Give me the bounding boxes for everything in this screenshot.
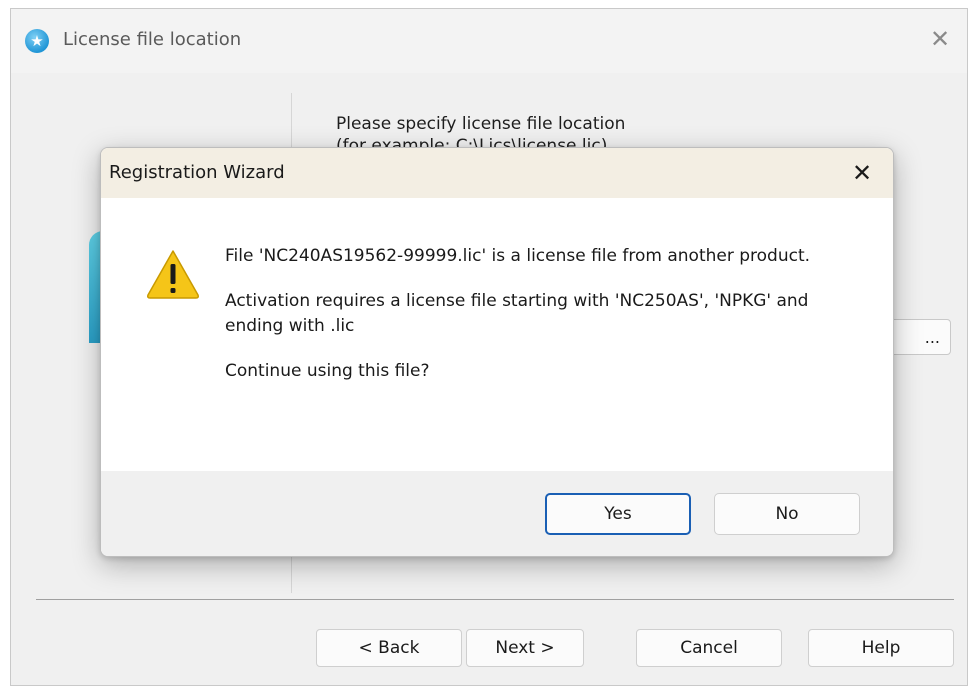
dialog-title: Registration Wizard bbox=[109, 162, 285, 183]
dialog-message: File 'NC240AS19562-99999.lic' is a licen… bbox=[225, 244, 865, 404]
wizard-titlebar: ★ License file location ✕ bbox=[11, 9, 967, 73]
yes-button[interactable]: Yes bbox=[545, 493, 691, 535]
no-button[interactable]: No bbox=[714, 493, 860, 535]
instruction-line-1: Please specify license file location bbox=[336, 114, 626, 134]
next-button[interactable]: Next > bbox=[466, 629, 584, 667]
dialog-close-icon[interactable]: ✕ bbox=[845, 156, 879, 190]
back-button[interactable]: < Back bbox=[316, 629, 462, 667]
wizard-close-icon[interactable]: ✕ bbox=[925, 24, 955, 54]
message-line-3: Continue using this file? bbox=[225, 361, 430, 381]
registration-wizard-dialog: Registration Wizard ✕ File 'NC240AS19562… bbox=[100, 147, 894, 557]
help-button[interactable]: Help bbox=[808, 629, 954, 667]
warning-icon bbox=[147, 250, 199, 299]
dialog-titlebar: Registration Wizard ✕ bbox=[101, 148, 893, 198]
wizard-title: License file location bbox=[63, 29, 242, 50]
cancel-button[interactable]: Cancel bbox=[636, 629, 782, 667]
message-line-1: File 'NC240AS19562-99999.lic' is a licen… bbox=[225, 246, 811, 266]
message-line-2: Activation requires a license file start… bbox=[225, 291, 809, 336]
app-star-icon: ★ bbox=[25, 29, 49, 53]
wizard-footer-separator bbox=[36, 599, 954, 600]
dialog-footer: Yes No bbox=[101, 471, 893, 556]
wizard-instruction: Please specify license file location (fo… bbox=[336, 113, 625, 149]
